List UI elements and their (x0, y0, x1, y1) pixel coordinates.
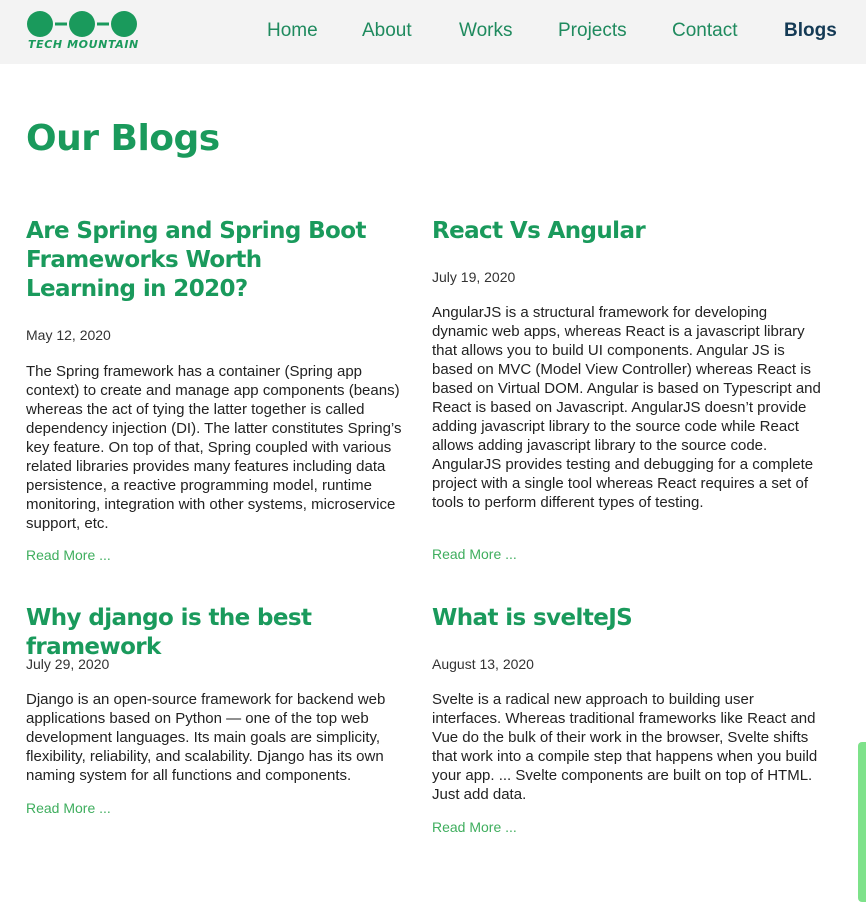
nav-contact[interactable]: Contact (672, 20, 737, 42)
blog-card: Are Spring and Spring Boot Frameworks Wo… (26, 217, 416, 577)
blog-card: What is svelteJS August 13, 2020 Svelte … (432, 604, 822, 844)
blog-excerpt: Svelte is a radical new approach to buil… (432, 691, 818, 803)
blog-card: Why django is the best framework July 29… (26, 604, 416, 824)
read-more-link[interactable]: Read More ... (432, 546, 517, 562)
blog-title[interactable]: React Vs Angular (432, 217, 822, 246)
blog-title[interactable]: What is svelteJS (432, 604, 822, 633)
blog-title[interactable]: Are Spring and Spring Boot Frameworks Wo… (26, 217, 366, 304)
blog-excerpt: AngularJS is a structural framework for … (432, 304, 821, 511)
blog-excerpt: Django is an open-source framework for b… (26, 691, 386, 784)
site-header: TECH MOUNTAIN Home About Works Projects … (0, 0, 866, 64)
blog-date: July 19, 2020 (432, 269, 516, 285)
nav-home[interactable]: Home (267, 20, 318, 42)
read-more-link[interactable]: Read More ... (26, 547, 111, 563)
blog-title[interactable]: Why django is the best framework (26, 604, 416, 662)
blog-date: May 12, 2020 (26, 327, 111, 343)
page-title: Our Blogs (26, 118, 220, 159)
read-more-link[interactable]: Read More ... (432, 819, 517, 835)
scrollbar-thumb[interactable] (858, 742, 866, 902)
blog-date: August 13, 2020 (432, 656, 534, 672)
main-nav: Home About Works Projects Contact Blogs (0, 0, 866, 64)
blog-card: React Vs Angular July 19, 2020 AngularJS… (432, 217, 822, 577)
blog-date: July 29, 2020 (26, 656, 110, 672)
nav-works[interactable]: Works (459, 20, 512, 42)
nav-about[interactable]: About (362, 20, 412, 42)
read-more-link[interactable]: Read More ... (26, 800, 111, 816)
nav-blogs[interactable]: Blogs (784, 20, 837, 42)
nav-projects[interactable]: Projects (558, 20, 627, 42)
blog-excerpt: The Spring framework has a container (Sp… (26, 363, 402, 532)
